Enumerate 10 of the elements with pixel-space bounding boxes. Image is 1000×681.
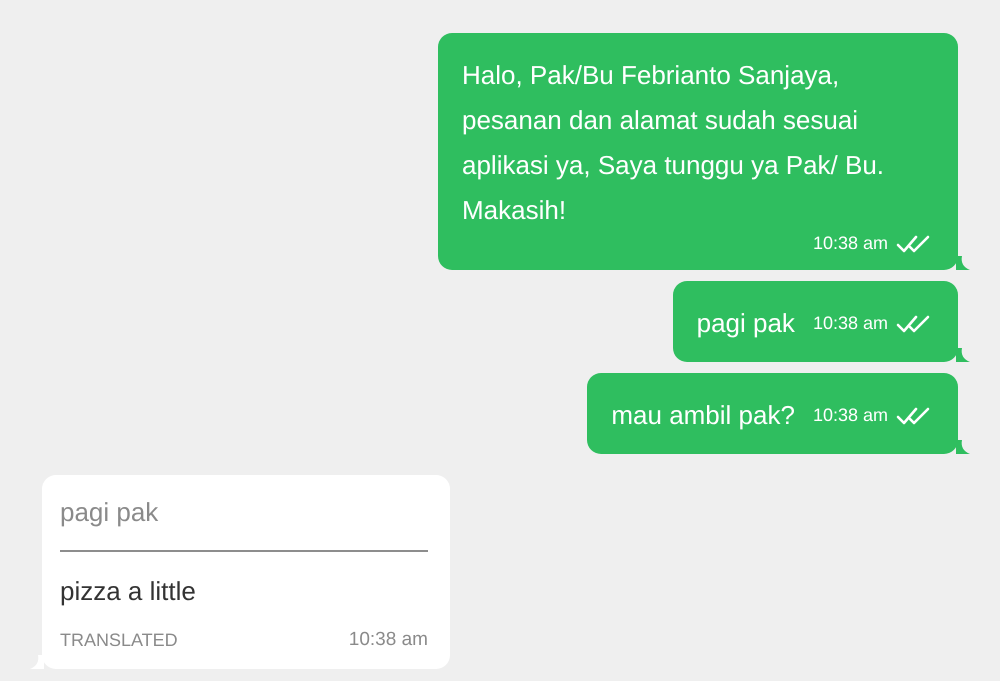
message-time: 10:38 am bbox=[812, 313, 888, 334]
original-text: pagi pak bbox=[60, 497, 160, 528]
message-text: Halo, Pak/Bu Febrianto Sanjaya, pesanan dan alamat sudah sesuai aplikasi ya, Saya tunggu ya Pak/ Bu. Makasih! bbox=[462, 59, 886, 227]
message-time: 10:38 am bbox=[812, 405, 888, 426]
translated-label: TRANSLATED bbox=[60, 630, 178, 650]
message-time: 10:38 am bbox=[812, 233, 888, 254]
message-text: mau ambil pak? bbox=[611, 399, 795, 432]
translated-text: pizza a little bbox=[60, 576, 197, 607]
message-time: 10:38 am bbox=[348, 629, 428, 651]
message-text: pagi pak bbox=[696, 307, 795, 340]
